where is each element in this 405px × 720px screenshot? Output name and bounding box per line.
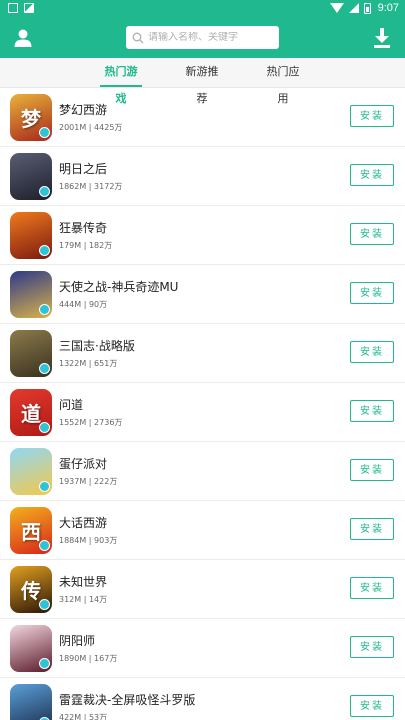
- list-item[interactable]: 天使之战-神兵奇迹MU 444M | 90万 安装: [0, 265, 405, 324]
- app-name[interactable]: 蛋仔派对: [59, 455, 107, 472]
- list-item[interactable]: 梦梦幻西游 2001M | 4425万 安装: [0, 88, 405, 147]
- list-item[interactable]: 狂暴传奇 179M | 182万 安装: [0, 206, 405, 265]
- install-button[interactable]: 安装: [350, 695, 394, 717]
- app-size-downloads: 1552M | 2736万: [59, 418, 123, 427]
- app-size-downloads: 1322M | 651万: [59, 359, 118, 368]
- install-button[interactable]: 安装: [350, 636, 394, 658]
- app-icon[interactable]: [10, 448, 52, 495]
- notification-icon: [8, 3, 18, 13]
- battery-icon: [363, 2, 371, 14]
- list-item[interactable]: 明日之后 1862M | 3172万 安装: [0, 147, 405, 206]
- top-bar: [0, 17, 405, 58]
- app-icon[interactable]: 梦: [10, 94, 52, 141]
- search-bar[interactable]: [126, 26, 279, 49]
- list-item[interactable]: 道问道 1552M | 2736万 安装: [0, 383, 405, 442]
- user-icon[interactable]: [13, 28, 33, 48]
- app-size-downloads: 2001M | 4425万: [59, 123, 123, 132]
- app-icon[interactable]: [10, 684, 52, 720]
- app-size-downloads: 422M | 53万: [59, 713, 108, 720]
- install-button[interactable]: 安装: [350, 459, 394, 481]
- install-button[interactable]: 安装: [350, 341, 394, 363]
- app-size-downloads: 444M | 90万: [59, 300, 108, 309]
- verified-badge-icon: [39, 363, 50, 374]
- list-item[interactable]: 雷霆裁决-全屏吸怪斗罗版 422M | 53万 安装: [0, 678, 405, 720]
- install-button[interactable]: 安装: [350, 577, 394, 599]
- install-button[interactable]: 安装: [350, 164, 394, 186]
- app-icon[interactable]: 西: [10, 507, 52, 554]
- app-name[interactable]: 雷霆裁决-全屏吸怪斗罗版: [59, 691, 195, 708]
- clock: 9:07: [377, 2, 399, 14]
- verified-badge-icon: [39, 540, 50, 551]
- app-name[interactable]: 明日之后: [59, 160, 107, 177]
- download-icon[interactable]: [372, 27, 392, 49]
- verified-badge-icon: [39, 304, 50, 315]
- app-size-downloads: 1937M | 222万: [59, 477, 118, 486]
- verified-badge-icon: [39, 186, 50, 197]
- app-size-downloads: 1884M | 903万: [59, 536, 118, 545]
- app-icon[interactable]: 道: [10, 389, 52, 436]
- verified-badge-icon: [39, 658, 50, 669]
- list-item[interactable]: 阴阳师 1890M | 167万 安装: [0, 619, 405, 678]
- app-icon[interactable]: [10, 153, 52, 200]
- search-icon: [132, 32, 144, 43]
- app-icon[interactable]: [10, 625, 52, 672]
- status-bar: 9:07: [0, 0, 405, 17]
- app-icon[interactable]: [10, 212, 52, 259]
- tab-hot-games[interactable]: 热门游戏: [100, 58, 142, 105]
- app-name[interactable]: 未知世界: [59, 573, 107, 590]
- tab-new-games[interactable]: 新游推荐: [181, 58, 223, 105]
- list-item[interactable]: 蛋仔派对 1937M | 222万 安装: [0, 442, 405, 501]
- app-name[interactable]: 阴阳师: [59, 632, 95, 649]
- install-button[interactable]: 安装: [350, 223, 394, 245]
- install-button[interactable]: 安装: [350, 282, 394, 304]
- verified-badge-icon: [39, 599, 50, 610]
- system-icons: 9:07: [329, 2, 399, 14]
- install-button[interactable]: 安装: [350, 400, 394, 422]
- app-name[interactable]: 狂暴传奇: [59, 219, 107, 236]
- app-name[interactable]: 大话西游: [59, 514, 107, 531]
- install-button[interactable]: 安装: [350, 105, 394, 127]
- app-name[interactable]: 天使之战-神兵奇迹MU: [59, 278, 178, 295]
- app-icon[interactable]: [10, 330, 52, 377]
- verified-badge-icon: [39, 245, 50, 256]
- notification-icons: [8, 3, 34, 13]
- app-size-downloads: 1862M | 3172万: [59, 182, 123, 191]
- app-size-downloads: 312M | 14万: [59, 595, 108, 604]
- app-name[interactable]: 问道: [59, 396, 83, 413]
- wifi-icon: [329, 3, 344, 13]
- app-name[interactable]: 梦幻西游: [59, 101, 107, 118]
- app-size-downloads: 1890M | 167万: [59, 654, 118, 663]
- app-icon[interactable]: 传: [10, 566, 52, 613]
- verified-badge-icon: [39, 481, 50, 492]
- list-item[interactable]: 三国志·战略版 1322M | 651万 安装: [0, 324, 405, 383]
- image-notification-icon: [24, 3, 34, 13]
- signal-icon: [348, 3, 359, 13]
- tab-hot-apps[interactable]: 热门应用: [262, 58, 304, 105]
- category-tabs: 热门游戏 新游推荐 热门应用: [0, 58, 405, 105]
- verified-badge-icon: [39, 127, 50, 138]
- app-size-downloads: 179M | 182万: [59, 241, 113, 250]
- app-icon[interactable]: [10, 271, 52, 318]
- verified-badge-icon: [39, 422, 50, 433]
- install-button[interactable]: 安装: [350, 518, 394, 540]
- list-item[interactable]: 传未知世界 312M | 14万 安装: [0, 560, 405, 619]
- list-item[interactable]: 西大话西游 1884M | 903万 安装: [0, 501, 405, 560]
- search-input[interactable]: [148, 32, 273, 43]
- app-name[interactable]: 三国志·战略版: [59, 337, 135, 354]
- app-list[interactable]: 梦梦幻西游 2001M | 4425万 安装 明日之后 1862M | 3172万 安装狂…: [0, 88, 405, 720]
